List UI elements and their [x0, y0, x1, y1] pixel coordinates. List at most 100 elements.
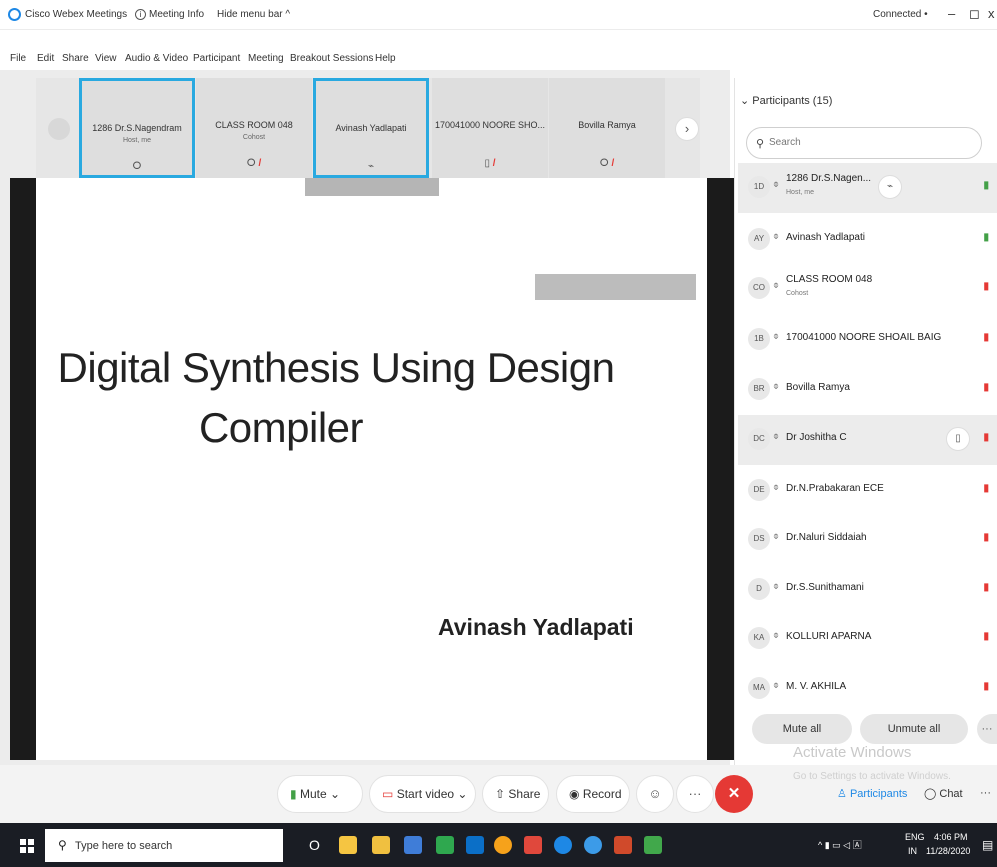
tile-status-icons: ▯ /: [432, 158, 548, 169]
mic-icon: ⌽: [773, 231, 779, 242]
tray-icons[interactable]: ^ ▮ ▭ ◁ 🄰: [818, 838, 862, 851]
video-icon: ▭: [382, 787, 394, 801]
participant-name: KOLLURI APARNA: [786, 631, 872, 642]
video-tile[interactable]: 1286 Dr.S.Nagendram Host, me ⵔ: [79, 78, 195, 178]
participant-avatar: D: [748, 578, 770, 600]
audio-status-icon[interactable]: ▮: [983, 432, 989, 443]
participant-row[interactable]: 1B ⌽ 170041000 NOORE SHOAIL BAIG ▮: [738, 315, 997, 365]
edge-icon[interactable]: [554, 836, 572, 854]
clock-date[interactable]: 11/28/2020: [926, 846, 970, 856]
meeting-info-button[interactable]: i Meeting Info: [135, 9, 204, 20]
muted-icon: /: [258, 158, 262, 169]
mute-button[interactable]: ▮ Mute ⌄: [277, 775, 363, 813]
menu-share[interactable]: Share: [62, 53, 89, 64]
cortana-icon[interactable]: O: [309, 837, 320, 853]
panel-tabs-more[interactable]: ···: [980, 787, 991, 799]
participant-name: Dr.Naluri Siddaiah: [786, 532, 867, 543]
activation-watermark-sub: Go to Settings to activate Windows.: [793, 771, 951, 782]
participant-row[interactable]: DE ⌽ Dr.N.Prabakaran ECE ▮: [738, 466, 997, 516]
hide-menu-bar-button[interactable]: Hide menu bar ^: [217, 9, 290, 20]
mic-icon: ⌽: [773, 680, 779, 691]
audio-status-icon[interactable]: ▮: [983, 281, 989, 292]
store-icon[interactable]: [466, 836, 484, 854]
excel-icon[interactable]: [436, 836, 454, 854]
participant-avatar: BR: [748, 378, 770, 400]
mic-icon: ⌽: [773, 630, 779, 641]
language-indicator[interactable]: ENG: [905, 832, 925, 842]
video-tile[interactable]: CLASS ROOM 048 Cohost ⵔ /: [196, 78, 312, 178]
mute-label: Mute: [299, 787, 327, 801]
firefox-icon[interactable]: [494, 836, 512, 854]
audio-status-icon[interactable]: ▮: [983, 382, 989, 393]
participants-tab-label: Participants: [849, 788, 908, 800]
search-icon: ⚲: [58, 838, 67, 852]
end-meeting-button[interactable]: ✕: [715, 775, 753, 813]
participant-row[interactable]: D ⌽ Dr.S.Sunithamani ▮: [738, 565, 997, 615]
participant-row[interactable]: KA ⌽ KOLLURI APARNA ▮: [738, 614, 997, 664]
close-window-button[interactable]: x: [988, 6, 995, 21]
powerpoint-icon[interactable]: [524, 836, 542, 854]
strip-next-button[interactable]: ›: [675, 117, 699, 141]
connection-status[interactable]: Connected •: [873, 9, 928, 20]
start-video-label: Start video: [396, 787, 455, 801]
menu-breakout-sessions[interactable]: Breakout Sessions: [290, 53, 373, 64]
participant-row[interactable]: 1D ⌽ 1286 Dr.S.Nagen... Host, me ⌁ ▮: [738, 163, 997, 213]
participant-avatar: KA: [748, 627, 770, 649]
menu-meeting[interactable]: Meeting: [248, 53, 284, 64]
participant-row[interactable]: CO ⌽ CLASS ROOM 048 Cohost ▮: [738, 264, 997, 314]
video-tile[interactable]: 170041000 NOORE SHO... ▯ /: [432, 78, 548, 178]
participant-name: 1286 Dr.S.Nagen...: [786, 173, 872, 184]
menu-audio-video[interactable]: Audio & Video: [125, 53, 188, 64]
strip-prev-button[interactable]: [48, 118, 70, 140]
audio-status-icon[interactable]: ▮: [983, 681, 989, 692]
file-explorer-icon[interactable]: [372, 836, 390, 854]
video-tile[interactable]: Bovilla Ramya ⵔ /: [549, 78, 665, 178]
menu-participant[interactable]: Participant: [193, 53, 240, 64]
notifications-icon[interactable]: ▤: [982, 838, 993, 852]
word-icon[interactable]: [404, 836, 422, 854]
participant-row[interactable]: DC ⌽ Dr Joshitha C ▯ ▮: [738, 415, 997, 465]
audio-status-icon[interactable]: ▮: [983, 332, 989, 343]
phone-icon[interactable]: ▯: [946, 427, 970, 451]
video-tile[interactable]: Avinash Yadlapati ⌁: [313, 78, 429, 178]
chat-tab[interactable]: ◯ Chat: [924, 787, 963, 800]
start-video-button[interactable]: ▭ Start video ⌄: [369, 775, 476, 813]
participant-row[interactable]: MA ⌽ M. V. AKHILA ▮: [738, 664, 997, 714]
audio-status-icon[interactable]: ▮: [983, 532, 989, 543]
record-button[interactable]: ◉ Record: [556, 775, 630, 813]
audio-status-icon[interactable]: ▮: [983, 582, 989, 593]
menu-view[interactable]: View: [95, 53, 117, 64]
task-view-icon[interactable]: [339, 836, 357, 854]
speaking-icon[interactable]: ⌁: [878, 175, 902, 199]
audio-status-icon[interactable]: ▮: [983, 631, 989, 642]
menu-file[interactable]: File: [10, 53, 26, 64]
clock-time[interactable]: 4:06 PM: [934, 832, 968, 842]
unmute-all-button[interactable]: Unmute all: [860, 714, 968, 744]
participants-tab[interactable]: ♙ Participants: [837, 787, 907, 800]
menu-help[interactable]: Help: [375, 53, 396, 64]
audio-status-icon[interactable]: ▮: [983, 232, 989, 243]
slide-redaction-block: [535, 274, 696, 300]
participant-row[interactable]: BR ⌽ Bovilla Ramya ▮: [738, 365, 997, 415]
audio-status-icon[interactable]: ▮: [983, 483, 989, 494]
maximize-button[interactable]: ◻: [969, 6, 980, 22]
chevron-down-icon: ⌄: [457, 787, 468, 801]
reactions-button[interactable]: ☺: [636, 775, 674, 813]
mute-all-button[interactable]: Mute all: [752, 714, 852, 744]
minimize-button[interactable]: –: [948, 6, 955, 21]
participant-row[interactable]: AY ⌽ Avinash Yadlapati ▮: [738, 215, 997, 265]
participant-row[interactable]: DS ⌽ Dr.Naluri Siddaiah ▮: [738, 515, 997, 565]
webex-taskbar-icon[interactable]: [584, 836, 602, 854]
mic-icon: ⌽: [773, 581, 779, 592]
participant-role: Host, me: [786, 189, 815, 196]
app-icon[interactable]: [614, 836, 632, 854]
windows-start-icon[interactable]: [20, 839, 34, 853]
app-icon[interactable]: [644, 836, 662, 854]
chat-tab-label: Chat: [939, 788, 963, 800]
audio-status-icon[interactable]: ▮: [983, 180, 989, 191]
menu-edit[interactable]: Edit: [37, 53, 54, 64]
participants-header[interactable]: ⌄ Participants (15): [740, 94, 832, 107]
share-button[interactable]: ⇧ Share: [482, 775, 549, 813]
more-options-button[interactable]: ···: [676, 775, 714, 813]
participant-name: 170041000 NOORE SHOAIL BAIG: [786, 332, 942, 343]
